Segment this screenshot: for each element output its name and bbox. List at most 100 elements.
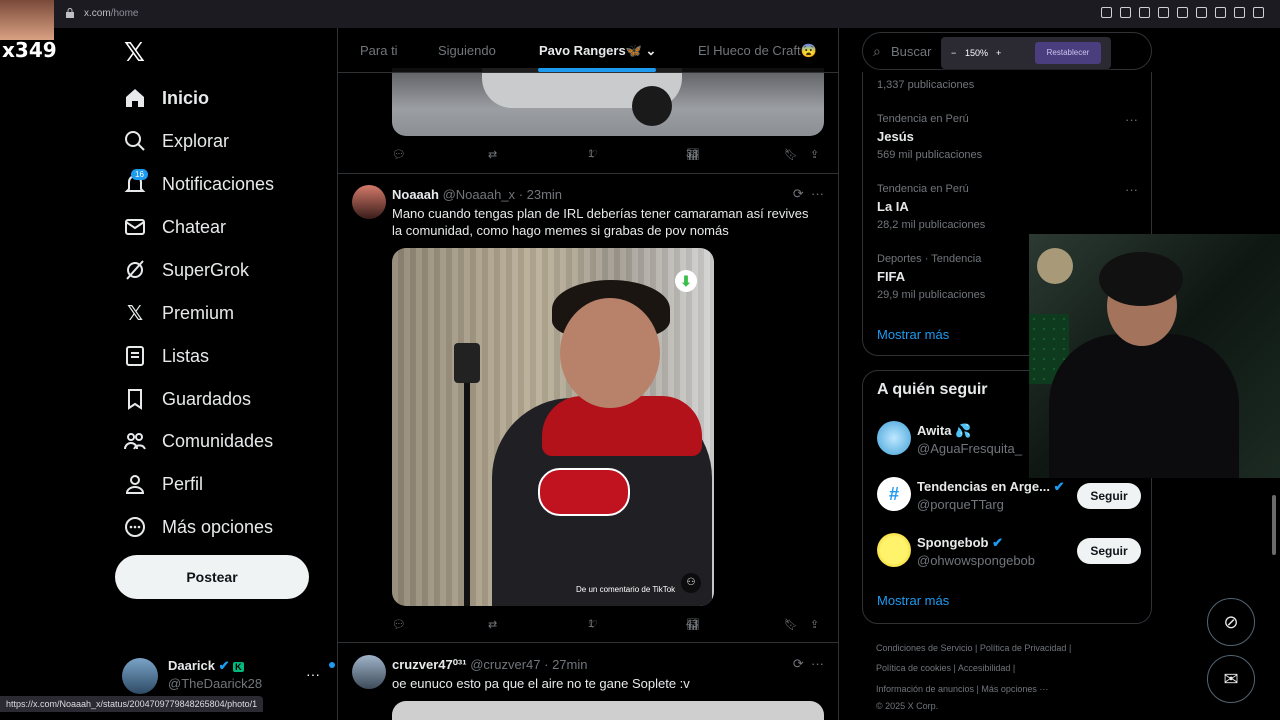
follow-button[interactable]: Seguir xyxy=(1077,483,1141,509)
download-icon[interactable]: ⬇ xyxy=(675,270,697,292)
show-more-trends[interactable]: Mostrar más xyxy=(877,327,949,342)
x-logo-icon: 𝕏 xyxy=(126,301,144,325)
post-image[interactable] xyxy=(392,701,824,720)
avatar[interactable] xyxy=(877,533,911,567)
x-logo-icon[interactable]: 𝕏 xyxy=(124,38,145,68)
post-time[interactable]: · 27min xyxy=(544,657,587,672)
post-time[interactable]: · 23min xyxy=(519,187,562,202)
verified-icon: ✔ xyxy=(218,658,230,673)
trend-name[interactable]: FIFA xyxy=(877,269,905,284)
share-icon[interactable]: ⇪ xyxy=(810,148,819,161)
sidebar-item-supergrok[interactable]: SuperGrok xyxy=(124,252,249,288)
repost-icon[interactable]: ⇄ xyxy=(488,618,497,631)
tab-el-hueco-de-craft[interactable]: El Hueco de Craft😨 xyxy=(698,43,817,59)
author-name[interactable]: cruzver47⁰³¹ xyxy=(392,657,467,672)
grok-image-icon[interactable]: ⚇ xyxy=(681,573,701,593)
hashtag-icon[interactable]: # xyxy=(877,477,911,511)
zoom-in-button[interactable]: + xyxy=(996,48,1001,58)
previous-post-media[interactable] xyxy=(392,68,824,136)
trend-count: 1,337 publicaciones xyxy=(877,79,975,91)
bookmark-icon[interactable]: 🔖︎ xyxy=(784,618,798,631)
account-name[interactable]: Tendencias en Arge... ✔ xyxy=(917,479,1064,495)
image-cloud-logo xyxy=(538,468,630,516)
user-handle: @TheDaarick28 xyxy=(168,676,263,691)
url-path: /home xyxy=(110,8,139,19)
zoom-reset-button[interactable]: Restablecer xyxy=(1035,42,1101,64)
share-icon[interactable]: ⇪ xyxy=(810,618,819,631)
tab-for-you[interactable]: Para ti xyxy=(360,43,398,58)
avatar[interactable] xyxy=(352,185,386,219)
bookmark-toolbar-icon[interactable] xyxy=(1139,7,1150,18)
account-name[interactable]: Spongebob ✔ xyxy=(917,535,1003,551)
sidebar-item-lists[interactable]: Listas xyxy=(124,338,209,374)
author-handle[interactable]: @cruzver47 xyxy=(470,657,540,672)
streamer-avatar xyxy=(0,0,54,40)
reply-icon[interactable]: 💬︎ xyxy=(392,148,406,161)
tab-pavo-rangers[interactable]: Pavo Rangers🦋 ⌄ xyxy=(539,43,656,59)
more-icon[interactable]: ··· xyxy=(811,186,824,201)
image-camera xyxy=(454,343,480,383)
browser-toolbar: x.com/home xyxy=(0,0,1280,28)
unread-dot xyxy=(329,662,335,668)
view-count: 38 xyxy=(686,148,699,160)
who-to-follow-title: A quién seguir xyxy=(877,381,988,398)
streamer-tag: x349 xyxy=(2,38,57,62)
grok-icon[interactable]: ⊘ xyxy=(1207,598,1255,646)
more-icon[interactable]: ··· xyxy=(811,656,824,671)
trend-name[interactable]: La IA xyxy=(877,199,909,214)
download-icon[interactable] xyxy=(1234,7,1245,18)
address-bar[interactable]: x.com/home xyxy=(84,8,138,19)
post-actions: 💬︎ ⇄ ♡ 1 📊︎ 43 🔖︎ ⇪ xyxy=(392,618,824,636)
footer-links[interactable]: Información de anuncios | Más opciones ·… xyxy=(876,684,1048,694)
avatar[interactable] xyxy=(352,655,386,689)
scrollbar[interactable] xyxy=(1272,495,1276,555)
trend-name[interactable]: Jesús xyxy=(877,129,914,144)
like-count: 1 xyxy=(588,148,595,160)
more-icon[interactable]: ··· xyxy=(1125,182,1138,197)
grok-icon[interactable]: ⟳ xyxy=(793,186,804,201)
sidebar-item-home[interactable]: Inicio xyxy=(124,80,209,116)
sidebar-item-bookmarks[interactable]: Guardados xyxy=(124,381,251,417)
sidebar-item-explore[interactable]: Explorar xyxy=(124,123,229,159)
post-image[interactable]: ⬇ De un comentario de TikTok ⚇ xyxy=(392,248,714,606)
heart-icon[interactable] xyxy=(1196,7,1207,18)
footer-links[interactable]: Condiciones de Servicio | Política de Pr… xyxy=(876,643,1071,653)
zoom-out-button[interactable]: − xyxy=(951,48,956,58)
zoom-icon[interactable] xyxy=(1101,7,1112,18)
more-icon[interactable]: ··· xyxy=(1125,112,1138,127)
status-url: https://x.com/Noaaah_x/status/2004709779… xyxy=(0,696,264,712)
sidebar-item-label: Explorar xyxy=(162,130,230,151)
author-name[interactable]: Noaaah xyxy=(392,187,439,202)
image-tripod xyxy=(464,383,470,606)
post-button[interactable]: Postear xyxy=(115,555,309,599)
image-face xyxy=(560,298,660,408)
reply-icon[interactable]: 💬︎ xyxy=(392,618,406,631)
account-name[interactable]: Awita 💦 xyxy=(917,423,971,439)
bookmark-icon[interactable]: 🔖︎ xyxy=(784,148,798,161)
shield-icon[interactable] xyxy=(1158,7,1169,18)
menu-icon[interactable] xyxy=(1253,7,1264,18)
cam-person-hair xyxy=(1099,252,1183,306)
grok-icon[interactable]: ⟳ xyxy=(793,656,804,671)
sidebar-item-communities[interactable]: Comunidades xyxy=(124,423,273,459)
avatar[interactable] xyxy=(877,421,911,455)
play-icon[interactable] xyxy=(1177,7,1188,18)
grok-icon xyxy=(124,259,146,281)
sidebar-item-premium[interactable]: 𝕏 Premium xyxy=(124,295,234,331)
sidebar-item-more[interactable]: Más opciones xyxy=(124,509,273,545)
active-tab-indicator xyxy=(538,68,656,72)
mail-icon[interactable]: ✉ xyxy=(1207,655,1255,703)
sidebar-item-label: SuperGrok xyxy=(162,259,250,280)
sidebar-item-chat[interactable]: Chatear xyxy=(124,209,226,245)
more-icon[interactable]: ··· xyxy=(306,666,320,682)
footer-links[interactable]: Política de cookies | Accesibilidad | xyxy=(876,663,1015,673)
pin-icon[interactable] xyxy=(1120,7,1131,18)
follow-button[interactable]: Seguir xyxy=(1077,538,1141,564)
show-more-follow[interactable]: Mostrar más xyxy=(877,593,949,608)
tab-following[interactable]: Siguiendo xyxy=(438,43,496,58)
extensions-icon[interactable] xyxy=(1215,7,1226,18)
sidebar-item-profile[interactable]: Perfil xyxy=(124,466,203,502)
zoom-popup: − 150% + Restablecer xyxy=(941,37,1111,69)
repost-icon[interactable]: ⇄ xyxy=(488,148,497,161)
author-handle[interactable]: @Noaaah_x xyxy=(443,187,515,202)
